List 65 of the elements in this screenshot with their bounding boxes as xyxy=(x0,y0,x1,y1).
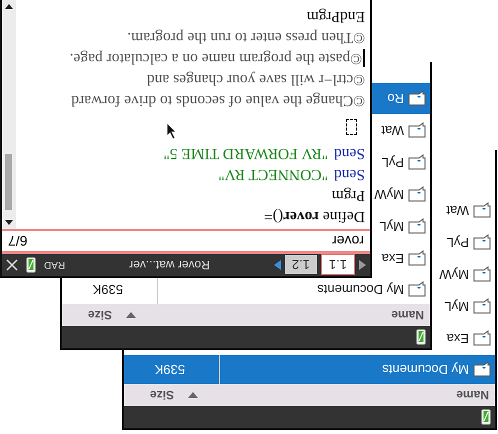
code-line: Define rover()= xyxy=(264,208,365,226)
folder-icon xyxy=(408,186,426,202)
folder-icon xyxy=(408,250,426,266)
string-literal: "CONNECT RV" xyxy=(218,166,328,184)
file-name: MyL xyxy=(444,299,469,314)
code-line: EndPrgm xyxy=(306,8,365,26)
text-cursor xyxy=(363,50,365,68)
sort-arrow-icon[interactable] xyxy=(188,392,198,398)
mouse-pointer-icon xyxy=(166,122,178,140)
page-tab[interactable]: 1.1 xyxy=(320,254,355,276)
program-name: rover xyxy=(332,233,364,249)
file-name: My Documents xyxy=(317,282,404,297)
close-icon[interactable] xyxy=(6,259,18,271)
comment-line: ©ctrl−r will save your changes and xyxy=(146,70,365,88)
file-row[interactable]: Ro xyxy=(372,82,430,114)
file-size: 539K xyxy=(124,355,220,383)
keyword: Send xyxy=(334,166,365,184)
file-name: PyL xyxy=(446,235,469,250)
file-name: MyW xyxy=(374,187,404,202)
left-arrow-icon[interactable] xyxy=(359,260,366,270)
folder-icon xyxy=(473,266,491,282)
folder-icon xyxy=(408,122,426,138)
file-name: Wat xyxy=(446,203,469,218)
comment-line: ©Then press enter to run the program. xyxy=(127,28,365,46)
angle-mode: RAD xyxy=(44,260,66,270)
file-name: Wat xyxy=(381,123,404,138)
comment-line: ©Change the value of seconds to drive forward xyxy=(71,92,365,110)
file-name: Exa xyxy=(382,251,404,266)
document-title: Rover wat...ver xyxy=(128,258,211,272)
input-placeholder-box[interactable] xyxy=(346,119,357,135)
file-name: PyL xyxy=(382,155,404,170)
file-row[interactable]: Exa xyxy=(432,322,495,354)
folder-icon xyxy=(408,218,426,234)
folder-icon xyxy=(408,154,426,170)
file-name: MyW xyxy=(439,267,469,282)
string-literal: "RV FORWARD TIME 5" xyxy=(163,144,328,162)
folder-icon xyxy=(473,202,491,218)
scroll-down-icon[interactable] xyxy=(5,4,13,9)
scroll-up-icon[interactable] xyxy=(5,220,13,225)
folder-icon xyxy=(473,362,491,378)
column-header[interactable]: Size xyxy=(150,388,174,402)
column-header[interactable]: Size xyxy=(88,308,112,322)
folder-icon xyxy=(473,298,491,314)
page-indicator: 6/7 xyxy=(8,233,28,249)
folder-icon xyxy=(408,282,426,298)
file-name: Ro xyxy=(387,91,404,106)
right-arrow-icon[interactable] xyxy=(274,260,281,270)
battery-icon xyxy=(481,409,491,425)
scrollbar[interactable] xyxy=(2,2,16,229)
sort-arrow-icon[interactable] xyxy=(126,312,136,318)
folder-icon xyxy=(473,234,491,250)
battery-icon xyxy=(416,329,426,345)
code-line: Prgm xyxy=(332,186,365,204)
keyword: Send xyxy=(334,144,365,162)
comment-line: ©paste the program name on a calculator page. xyxy=(70,50,362,68)
column-header[interactable]: Name xyxy=(158,308,430,322)
file-row[interactable]: My Documents 539K xyxy=(124,354,495,384)
folder-icon xyxy=(473,330,491,346)
folder-icon xyxy=(408,90,426,106)
battery-icon xyxy=(26,257,36,273)
file-name: MyL xyxy=(379,219,404,234)
column-header[interactable]: Name xyxy=(220,388,495,402)
file-name: My Documents xyxy=(382,362,469,377)
file-name: Exa xyxy=(446,331,469,346)
page-tab[interactable]: 1.2 xyxy=(284,256,317,274)
